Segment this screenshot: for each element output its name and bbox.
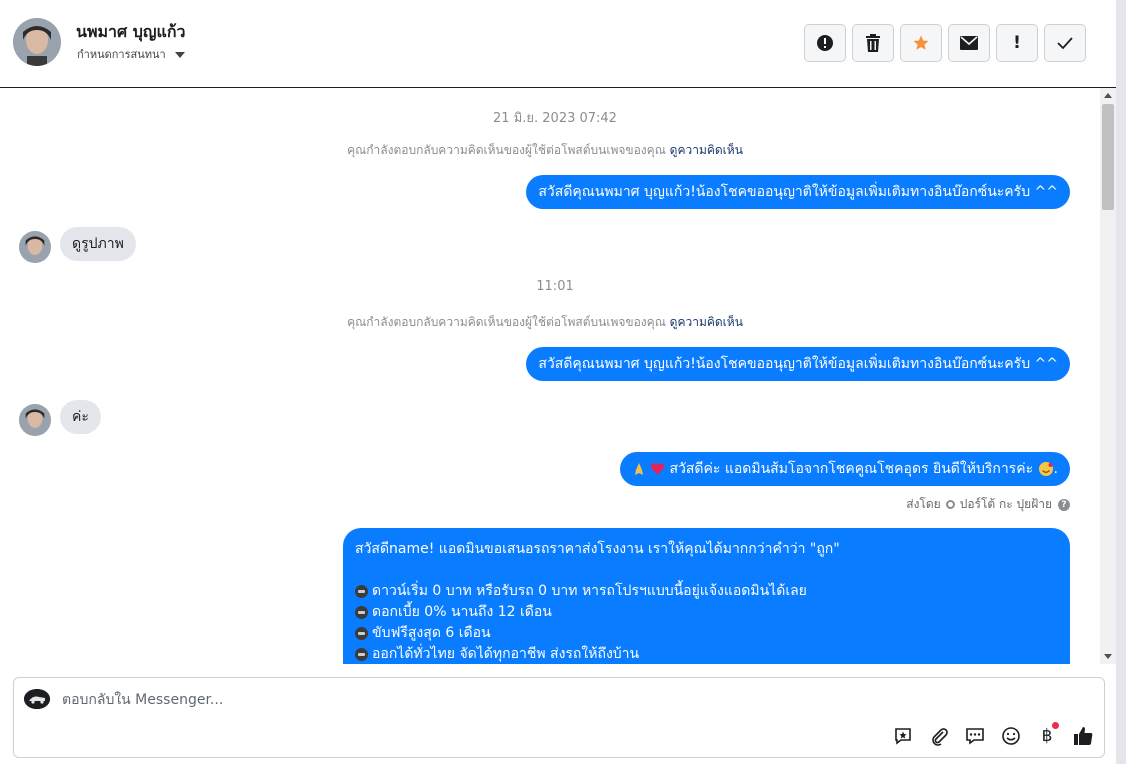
page-scrollbar[interactable] xyxy=(1116,0,1126,764)
contact-avatar[interactable] xyxy=(13,18,61,66)
baht-symbol: ฿ xyxy=(1041,726,1053,746)
scroll-down-arrow-icon[interactable] xyxy=(1104,654,1112,659)
incoming-message[interactable]: ดูรูปภาพ xyxy=(60,227,136,261)
exclamation-icon: ! xyxy=(1013,33,1021,53)
contact-avatar-small[interactable] xyxy=(19,404,51,436)
notification-dot xyxy=(1052,722,1059,729)
saved-reply-icon[interactable] xyxy=(892,725,914,747)
sent-by-prefix: ส่งโดย xyxy=(906,497,941,511)
thumbs-up-icon[interactable] xyxy=(1072,725,1094,747)
promo-line-text: ดอกเบี้ย 0% นานถึง 12 เดือน xyxy=(372,604,552,620)
promo-line-text: ขับฟรีสูงสุด 6 เดือน xyxy=(372,625,491,641)
system-note-text: คุณกำลังตอบกลับความคิดเห็นของผู้ใช้ต่อโพ… xyxy=(347,315,666,329)
envelope-icon xyxy=(960,36,978,50)
thread-scrollbar[interactable] xyxy=(1100,88,1116,664)
scrollbar-thumb[interactable] xyxy=(1102,104,1114,210)
paperclip-icon[interactable] xyxy=(928,725,950,747)
composer-toolbar: ฿ xyxy=(892,722,1094,747)
check-icon xyxy=(1057,37,1073,50)
reply-composer: ฿ xyxy=(13,677,1105,758)
car-icon xyxy=(355,648,368,661)
mark-done-button[interactable] xyxy=(1044,24,1086,62)
conversation-status-dropdown[interactable]: กำหนดการสนทนา xyxy=(77,45,185,63)
alert-circle-icon xyxy=(817,35,833,51)
promo-line-text: ดาวน์เริ่ม 0 บาท หรือรับรถ 0 บาท หารถโปร… xyxy=(372,583,807,599)
caret-down-icon xyxy=(174,51,185,58)
sent-by-name: ปอร์โต้ กะ ปุยฝ้าย xyxy=(959,497,1052,511)
contact-avatar-small[interactable] xyxy=(19,231,51,263)
reply-input[interactable] xyxy=(62,690,762,710)
outgoing-message-text: สวัสดีค่ะ แอดมินส้มโอจากโชคคูณโชคอุดร ยิ… xyxy=(669,461,1034,477)
follow-up-button[interactable]: ! xyxy=(996,24,1038,62)
star-icon xyxy=(913,35,929,50)
outgoing-message[interactable]: สวัสดีคุณนพมาศ บุญแก้ว!น้องโชคขออนุญาติใ… xyxy=(526,347,1070,381)
header-actions: ! xyxy=(804,24,1086,62)
trash-icon xyxy=(866,34,880,52)
settings-icon xyxy=(945,500,955,509)
promo-line: ดาวน์เริ่ม 0 บาท หรือรับรถ 0 บาท หารถโปร… xyxy=(355,581,1058,602)
conversation-status-label: กำหนดการสนทนา xyxy=(77,48,166,61)
timestamp: 11:01 xyxy=(536,279,574,294)
praying-hands-icon xyxy=(634,463,643,475)
baht-payment-icon[interactable]: ฿ xyxy=(1036,722,1059,747)
promo-line-text: ออกได้ทั่วไทย จัดได้ทุกอาชีพ ส่งรถให้ถึง… xyxy=(372,646,640,662)
mark-unread-button[interactable] xyxy=(948,24,990,62)
promo-line: ดอกเบี้ย 0% นานถึง 12 เดือน xyxy=(355,602,1058,623)
car-icon xyxy=(355,606,368,619)
mark-spam-button[interactable] xyxy=(804,24,846,62)
contact-name[interactable]: นพมาศ บุญแก้ว xyxy=(76,20,186,45)
smiling-face-with-hearts-icon xyxy=(1038,462,1053,476)
promo-line: ขับฟรีสูงสุด 6 เดือน xyxy=(355,623,1058,644)
timestamp: 21 มิ.ย. 2023 07:42 xyxy=(493,111,617,126)
outgoing-message[interactable]: สวัสดีค่ะ แอดมินส้มโอจากโชคคูณโชคอุดร ยิ… xyxy=(619,452,1070,486)
page-logo-icon xyxy=(24,689,50,709)
heart-icon xyxy=(650,463,665,475)
outgoing-message[interactable]: สวัสดีคุณนพมาศ บุญแก้ว!น้องโชคขออนุญาติใ… xyxy=(526,175,1070,209)
scroll-up-arrow-icon[interactable] xyxy=(1104,93,1112,98)
car-icon xyxy=(355,627,368,640)
chat-bubble-icon[interactable] xyxy=(964,725,986,747)
outgoing-message-end: . xyxy=(1053,461,1058,477)
car-icon xyxy=(355,585,368,598)
system-note: คุณกำลังตอบกลับความคิดเห็นของผู้ใช้ต่อโพ… xyxy=(0,141,1090,160)
view-comment-link[interactable]: ดูความคิดเห็น xyxy=(670,315,743,329)
help-icon[interactable]: ? xyxy=(1058,498,1070,511)
incoming-message[interactable]: ค่ะ xyxy=(60,400,101,434)
outgoing-promo-message[interactable]: สวัสดีname! แอดมินขอเสนอรถราคาส่งโรงงาน … xyxy=(343,528,1070,664)
promo-greeting: สวัสดีname! แอดมินขอเสนอรถราคาส่งโรงงาน … xyxy=(355,541,840,557)
message-thread: 21 มิ.ย. 2023 07:42 คุณกำลังตอบกลับความค… xyxy=(0,88,1100,664)
emoji-icon[interactable] xyxy=(1000,725,1022,747)
sent-by-info: ส่งโดย ปอร์โต้ กะ ปุยฝ้าย ? xyxy=(906,495,1070,514)
system-note-text: คุณกำลังตอบกลับความคิดเห็นของผู้ใช้ต่อโพ… xyxy=(347,143,666,157)
view-comment-link[interactable]: ดูความคิดเห็น xyxy=(670,143,743,157)
delete-button[interactable] xyxy=(852,24,894,62)
system-note: คุณกำลังตอบกลับความคิดเห็นของผู้ใช้ต่อโพ… xyxy=(0,313,1090,332)
conversation-header: นพมาศ บุญแก้ว กำหนดการสนทนา ! xyxy=(0,0,1116,88)
promo-line: ออกได้ทั่วไทย จัดได้ทุกอาชีพ ส่งรถให้ถึง… xyxy=(355,644,1058,664)
star-button[interactable] xyxy=(900,24,942,62)
